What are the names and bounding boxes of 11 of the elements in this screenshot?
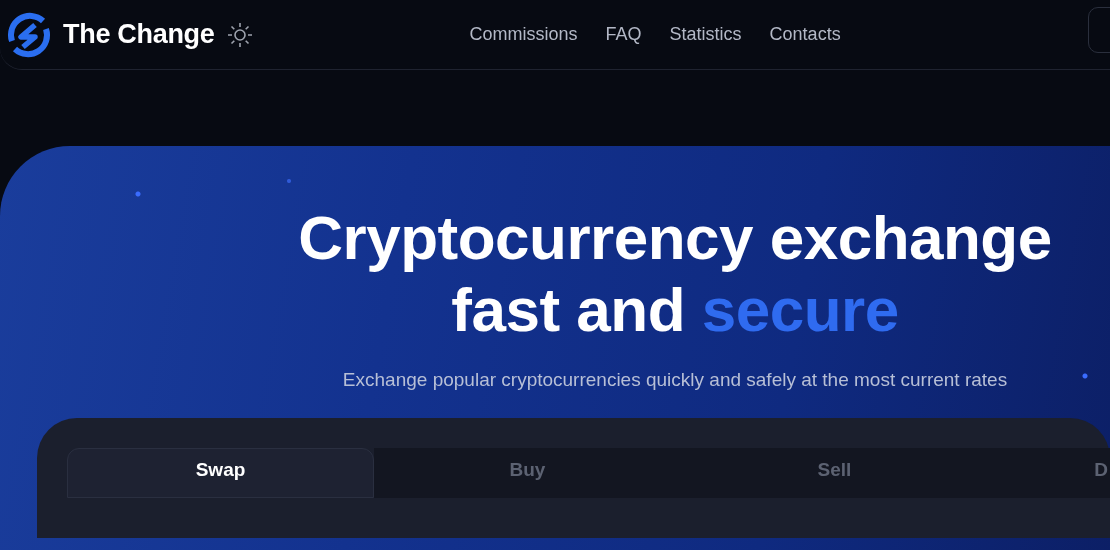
hero-subtitle: Exchange popular cryptocurrencies quickly and safely at the most current rates xyxy=(341,368,1009,392)
hero-title: Cryptocurrency exchange xyxy=(298,202,1052,274)
brand-name: The Change xyxy=(63,19,215,50)
logo-icon xyxy=(5,10,53,59)
sun-icon[interactable] xyxy=(226,21,253,48)
nav-link[interactable]: Contacts xyxy=(769,24,841,45)
nav-link[interactable]: Commissions xyxy=(469,24,578,45)
exchange-tab[interactable]: Swap xyxy=(67,448,374,498)
nav-link[interactable]: FAQ xyxy=(605,24,642,45)
nav-link[interactable]: Statistics xyxy=(669,24,742,45)
hero-title: fast and secure xyxy=(450,274,900,346)
